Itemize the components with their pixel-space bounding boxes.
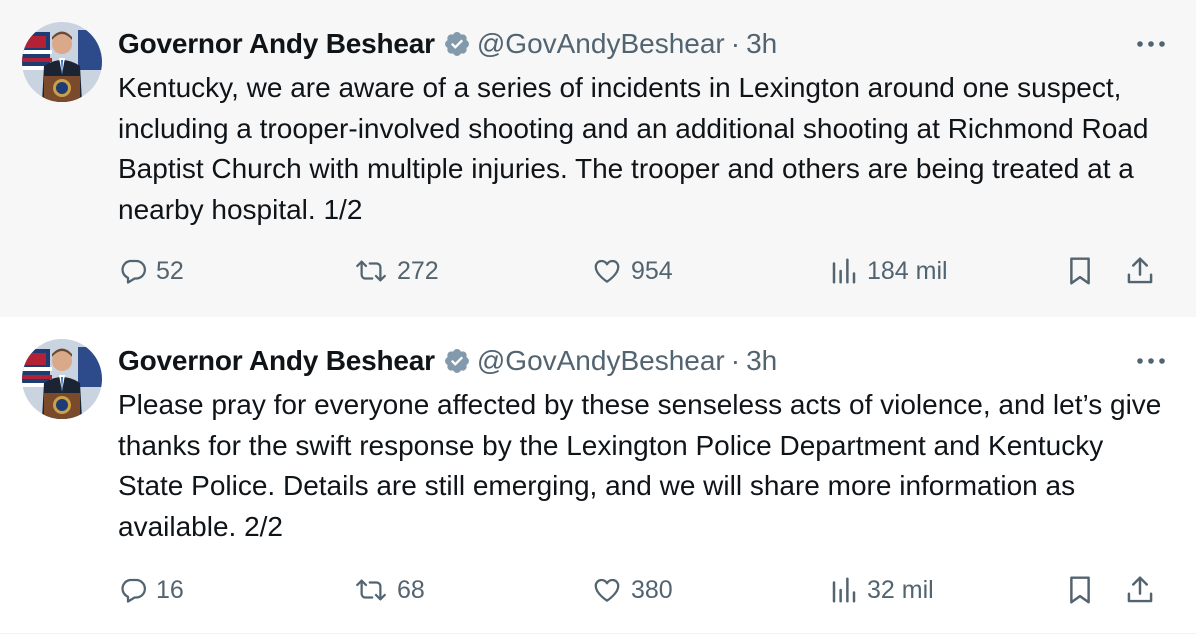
- tweet-text: Please pray for everyone affected by the…: [118, 389, 1162, 542]
- share-button[interactable]: [1125, 246, 1155, 296]
- reply-icon: [121, 259, 146, 284]
- bookmark-icon: [1070, 257, 1090, 285]
- separator-dot: ·: [730, 28, 741, 59]
- views-icon: [832, 258, 856, 284]
- timestamp[interactable]: 3h: [746, 28, 777, 60]
- views-icon: [832, 577, 856, 603]
- author-handle[interactable]: @GovAndyBeshear: [477, 28, 725, 60]
- retweet-button[interactable]: 272: [353, 246, 439, 296]
- more-button[interactable]: [1126, 343, 1166, 379]
- reply-button[interactable]: 16: [118, 565, 184, 615]
- like-button[interactable]: 380: [591, 565, 673, 615]
- more-icon: [1137, 41, 1165, 47]
- retweet-button[interactable]: 68: [353, 565, 425, 615]
- bookmark-button[interactable]: [1066, 565, 1094, 615]
- author-name[interactable]: Governor Andy Beshear: [118, 345, 435, 377]
- tweet-header: Governor Andy Beshear @GovAndyBeshear · …: [118, 26, 1166, 62]
- tweet-actions: 52 272 954 184 mil: [0, 246, 1196, 296]
- bookmark-icon: [1070, 576, 1090, 604]
- retweet-icon: [356, 579, 386, 601]
- reply-icon: [121, 578, 146, 603]
- reply-button[interactable]: 52: [118, 246, 184, 296]
- views-button[interactable]: 184 mil: [829, 246, 948, 296]
- author-name[interactable]: Governor Andy Beshear: [118, 28, 435, 60]
- like-button[interactable]: 954: [591, 246, 673, 296]
- like-count: 954: [631, 256, 673, 285]
- share-icon: [1127, 257, 1153, 284]
- tweet-actions: 16 68 380 32 mil: [0, 565, 1196, 615]
- reply-count: 16: [156, 575, 184, 604]
- verified-badge-icon: [444, 349, 469, 373]
- view-count: 32 mil: [867, 575, 934, 604]
- share-icon: [1127, 576, 1153, 603]
- author-handle[interactable]: @GovAndyBeshear: [477, 345, 725, 377]
- tweet-2[interactable]: Governor Andy Beshear @GovAndyBeshear · …: [0, 317, 1196, 634]
- bookmark-button[interactable]: [1066, 246, 1094, 296]
- like-icon: [594, 578, 620, 602]
- reply-count: 52: [156, 256, 184, 285]
- tweet-header: Governor Andy Beshear @GovAndyBeshear · …: [118, 343, 1166, 379]
- avatar[interactable]: [22, 22, 102, 102]
- avatar[interactable]: [22, 339, 102, 419]
- more-icon: [1137, 358, 1165, 364]
- like-icon: [594, 259, 620, 283]
- verified-badge-icon: [444, 32, 469, 56]
- view-count: 184 mil: [867, 256, 948, 285]
- tweet-text: Kentucky, we are aware of a series of in…: [118, 72, 1149, 225]
- retweet-count: 272: [397, 256, 439, 285]
- share-button[interactable]: [1125, 565, 1155, 615]
- views-button[interactable]: 32 mil: [829, 565, 934, 615]
- tweet-1[interactable]: Governor Andy Beshear @GovAndyBeshear · …: [0, 0, 1196, 317]
- like-count: 380: [631, 575, 673, 604]
- timestamp[interactable]: 3h: [746, 345, 777, 377]
- more-button[interactable]: [1126, 26, 1166, 62]
- separator-dot: ·: [730, 345, 741, 376]
- retweet-count: 68: [397, 575, 425, 604]
- retweet-icon: [356, 260, 386, 282]
